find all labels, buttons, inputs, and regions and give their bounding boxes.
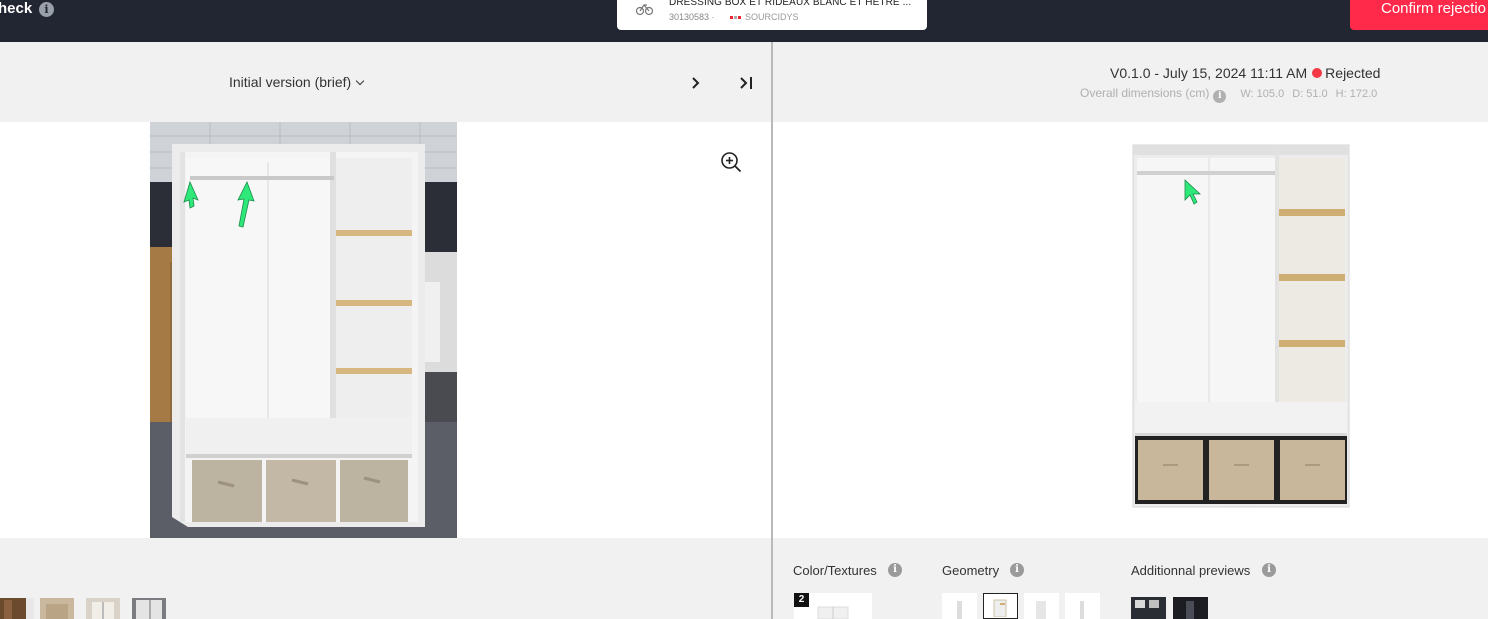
geometry-label: Geometry [942,563,1000,578]
dimensions-line: Overall dimensions (cm) i W: 105.0 D: 51.0 H… [1080,86,1385,103]
geometry-thumbnail-4[interactable] [1065,593,1100,619]
dimensions-label: Overall dimensions (cm) [1080,86,1210,100]
zoom-in-icon[interactable] [720,151,742,173]
product-supplier: SOURCIDYS [745,12,799,22]
confirm-rejection-button[interactable]: Confirm rejectio [1350,0,1488,30]
product-card[interactable]: DRESSING BOX ET RIDEAUX BLANC ET HETRE .… [617,0,927,30]
version-select[interactable]: Initial version (brief) [229,74,365,90]
additional-preview-thumbnail-2[interactable] [1173,597,1208,619]
skip-to-last-icon[interactable] [738,76,754,90]
color-textures-info-icon[interactable]: i [888,563,902,577]
right-panel-footer: Color/Textures i 2 Geometry i Additionna… [773,538,1488,619]
version-status-line: V0.1.0 - July 15, 2024 11:11 AM Rejected [1110,65,1380,81]
brief-thumbnail-1[interactable] [0,598,34,619]
additional-preview-thumbnail-1[interactable] [1131,597,1166,619]
brief-thumbnail-4[interactable] [132,598,166,619]
geometry-thumbnail-3[interactable] [1024,593,1059,619]
dimensions-info-icon[interactable]: i [1213,90,1227,103]
right-panel-header: V0.1.0 - July 15, 2024 11:11 AM Rejected … [773,42,1488,122]
texture-count-badge: 2 [794,593,809,607]
page-title: heck [0,0,33,17]
brief-thumbnail-3[interactable] [86,598,120,619]
geometry-preview-4 [1080,601,1084,619]
dimension-height: H: 172.0 [1335,88,1378,100]
geometry-thumbnail-1[interactable] [942,593,977,619]
brief-photo [150,122,457,538]
status-badge: Rejected [1325,65,1381,81]
brief-thumbnail-2[interactable] [40,598,74,619]
geometry-preview-1 [957,601,962,619]
color-textures-label: Color/Textures [793,563,877,578]
additional-previews-label: Additionnal previews [1131,563,1251,578]
version-select-label: Initial version (brief) [229,74,352,90]
version-label: V0.1.0 - July 15, 2024 11:11 AM [1110,65,1308,81]
top-bar: heck i DRESSING BOX ET RIDEAUX BLANC ET … [0,0,1488,42]
info-icon[interactable]: i [39,2,54,17]
geometry-preview-3 [1036,601,1046,619]
geometry-info-icon[interactable]: i [1010,563,1024,577]
dimension-width: W: 105.0 [1240,88,1285,100]
geometry-thumbnail-2[interactable] [983,593,1018,619]
supplier-logo-icon [730,16,741,19]
render-image [1123,144,1359,512]
status-dot-icon [1312,68,1323,78]
brief-image-viewer [0,122,771,538]
render-viewer [773,122,1488,538]
dimension-depth: D: 51.0 [1292,88,1328,100]
product-type-icon [635,3,654,16]
product-name: DRESSING BOX ET RIDEAUX BLANC ET HETRE .… [669,0,912,8]
geometry-preview-2 [993,599,1007,618]
left-panel-footer [0,538,771,619]
left-panel-header: Initial version (brief) [0,42,771,122]
chevron-down-icon [355,76,365,86]
additional-previews-info-icon[interactable]: i [1262,563,1276,577]
chevron-right-icon[interactable] [689,77,701,89]
product-reference: 30130583 · [669,12,715,22]
